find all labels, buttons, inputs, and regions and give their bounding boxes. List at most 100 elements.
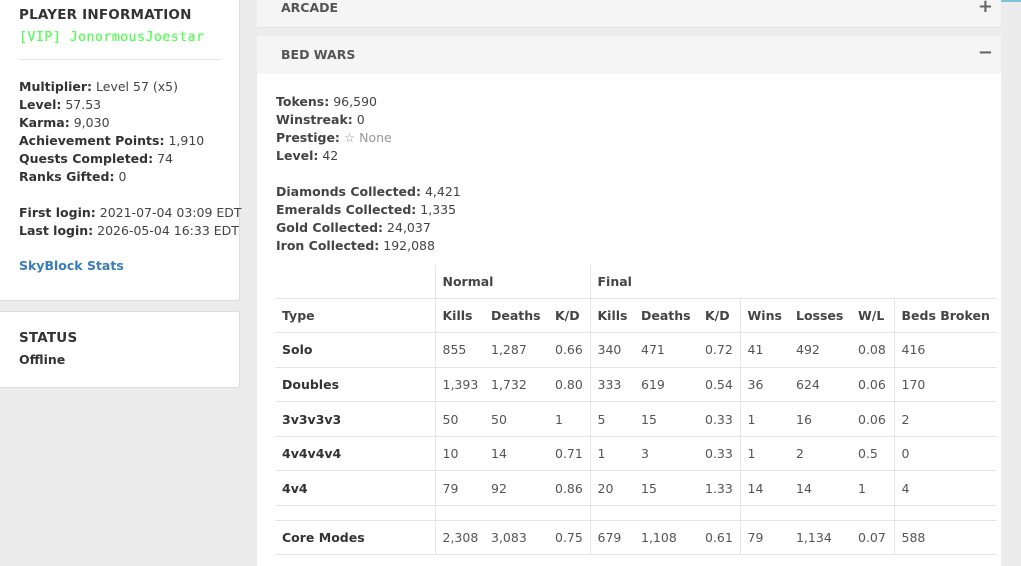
winstreak-value: 0 [356, 112, 365, 127]
bedwars-panel-header[interactable]: BED WARS − [257, 36, 1001, 74]
col-header: Type [275, 298, 435, 334]
table-cell: 0.54 [698, 367, 740, 403]
table-cell: 4 [893, 470, 997, 507]
bw-level-value: 42 [322, 148, 339, 163]
table-cell: 0.08 [851, 332, 894, 368]
arcade-panel-header[interactable]: ARCADE + [257, 0, 1001, 28]
table-cell: 0.07 [851, 520, 894, 556]
karma-row: Karma: 9,030 [19, 114, 239, 132]
table-cell: 170 [893, 367, 997, 403]
table-cell: 0.80 [548, 367, 590, 403]
table-cell: 1,732 [484, 367, 548, 403]
bedwars-panel: BED WARS − Tokens: 96,590 Winstreak: 0 P… [257, 36, 1001, 566]
bw-level-row: Level: 42 [276, 147, 461, 165]
table-cell: 5 [589, 401, 634, 437]
table-cell: 0.61 [698, 520, 740, 556]
table-cell: 1 [851, 470, 894, 507]
player-name: [VIP] JonormousJoestar [19, 29, 205, 45]
row-type-cell: Doubles [275, 367, 435, 403]
tokens-value: 96,590 [333, 94, 377, 109]
winstreak-row: Winstreak: 0 [276, 111, 461, 129]
tokens-label: Tokens: [276, 94, 330, 109]
skyblock-stats-link[interactable]: SkyBlock Stats [19, 258, 239, 273]
arcade-title: ARCADE [281, 0, 339, 15]
table-cell: 1,393 [434, 367, 484, 403]
table-cell: 619 [634, 367, 698, 403]
table-row: Doubles 1,393 1,732 0.80 333 619 0.54 36 624 0.06… [275, 367, 997, 403]
first-login-row: First login: 2021-07-04 03:09 EDT [19, 204, 242, 222]
table-cell: 41 [739, 332, 789, 368]
table-cell: 1,134 [789, 520, 851, 556]
iron-row: Iron Collected: 192,088 [276, 237, 461, 255]
table-cell: 855 [434, 332, 484, 368]
table-cell: 0.75 [548, 520, 590, 556]
col-header: W/L [851, 298, 894, 334]
table-group-row: Normal Final [275, 265, 997, 299]
player-information-heading: PLAYER INFORMATION [19, 7, 192, 23]
table-cell: 1 [739, 401, 789, 437]
table-row: Solo 855 1,287 0.66 340 471 0.72 41 492 0.08 416 [275, 332, 997, 368]
emeralds-value: 1,335 [420, 202, 457, 217]
ranks-gifted-label: Ranks Gifted: [19, 169, 115, 184]
table-cell: 50 [484, 401, 548, 437]
table-cell: 1 [548, 401, 590, 437]
player-information-card: PLAYER INFORMATION [VIP] JonormousJoesta… [0, 0, 242, 301]
table-cell: 15 [634, 401, 698, 437]
quests-label: Quests Completed: [19, 151, 154, 166]
col-header: Deaths [484, 298, 548, 334]
row-type-cell: 4v4 [275, 470, 435, 507]
status-heading: STATUS [19, 330, 78, 346]
gold-label: Gold Collected: [276, 220, 384, 235]
tokens-row: Tokens: 96,590 [276, 93, 461, 111]
bedwars-summary: Tokens: 96,590 Winstreak: 0 Prestige: ☆ … [276, 93, 461, 255]
diamonds-value: 4,421 [424, 184, 461, 199]
table-row: Core Modes 2,308 3,083 0.75 679 1,108 0.61 79 1,… [275, 520, 997, 556]
table-row: 4v4 79 92 0.86 20 15 1.33 14 14 1 4 [275, 470, 997, 507]
row-type-cell: 4v4v4v4 [275, 436, 435, 472]
table-cell: 92 [484, 470, 548, 507]
table-cell: 2 [893, 401, 997, 437]
last-login-label: Last login: [19, 223, 94, 238]
karma-value: 9,030 [73, 115, 110, 130]
table-cell: 0 [893, 436, 997, 472]
diamonds-row: Diamonds Collected: 4,421 [276, 183, 461, 201]
first-login-value: 2021-07-04 03:09 EDT [99, 205, 242, 220]
col-header: Wins [739, 298, 789, 334]
table-cell: 14 [484, 436, 548, 472]
table-cell: 79 [739, 520, 789, 556]
table-row: 4v4v4v4 10 14 0.71 1 3 0.33 1 2 0.5 0 [275, 436, 997, 472]
collapse-minus-icon[interactable]: − [978, 44, 993, 62]
table-cell: 588 [893, 520, 997, 556]
table-cell: 36 [739, 367, 789, 403]
status-card: STATUS Offline [0, 311, 240, 388]
emeralds-row: Emeralds Collected: 1,335 [276, 201, 461, 219]
table-cell: 15 [634, 470, 698, 507]
prestige-row: Prestige: ☆ None [276, 129, 461, 147]
col-header: Kills [589, 298, 634, 334]
table-cell: 3,083 [484, 520, 548, 556]
table-cell: 0.06 [851, 401, 894, 437]
achievement-points-value: 1,910 [168, 133, 205, 148]
table-row: 3v3v3v3 50 50 1 5 15 0.33 1 16 0.06 2 [275, 401, 997, 437]
table-cell: 0.06 [851, 367, 894, 403]
table-cell: 1 [739, 436, 789, 472]
bedwars-title: BED WARS [281, 47, 356, 62]
level-value: 57.53 [65, 97, 102, 112]
table-cell: 624 [789, 367, 851, 403]
table-cell: 1.33 [698, 470, 740, 507]
table-cell: 492 [789, 332, 851, 368]
achievement-points-label: Achievement Points: [19, 133, 165, 148]
table-cell: 333 [589, 367, 634, 403]
table-cell: 0.33 [698, 401, 740, 437]
table-cell: 0.86 [548, 470, 590, 507]
table-cell: 679 [589, 520, 634, 556]
level-label: Level: [19, 97, 62, 112]
karma-label: Karma: [19, 115, 70, 130]
iron-label: Iron Collected: [276, 238, 380, 253]
table-cell: 16 [789, 401, 851, 437]
status-value: Offline [19, 352, 66, 367]
expand-plus-icon[interactable]: + [978, 0, 993, 16]
table-cell: 1,108 [634, 520, 698, 556]
prestige-label: Prestige: [276, 130, 340, 145]
prestige-value: ☆ None [343, 130, 392, 145]
